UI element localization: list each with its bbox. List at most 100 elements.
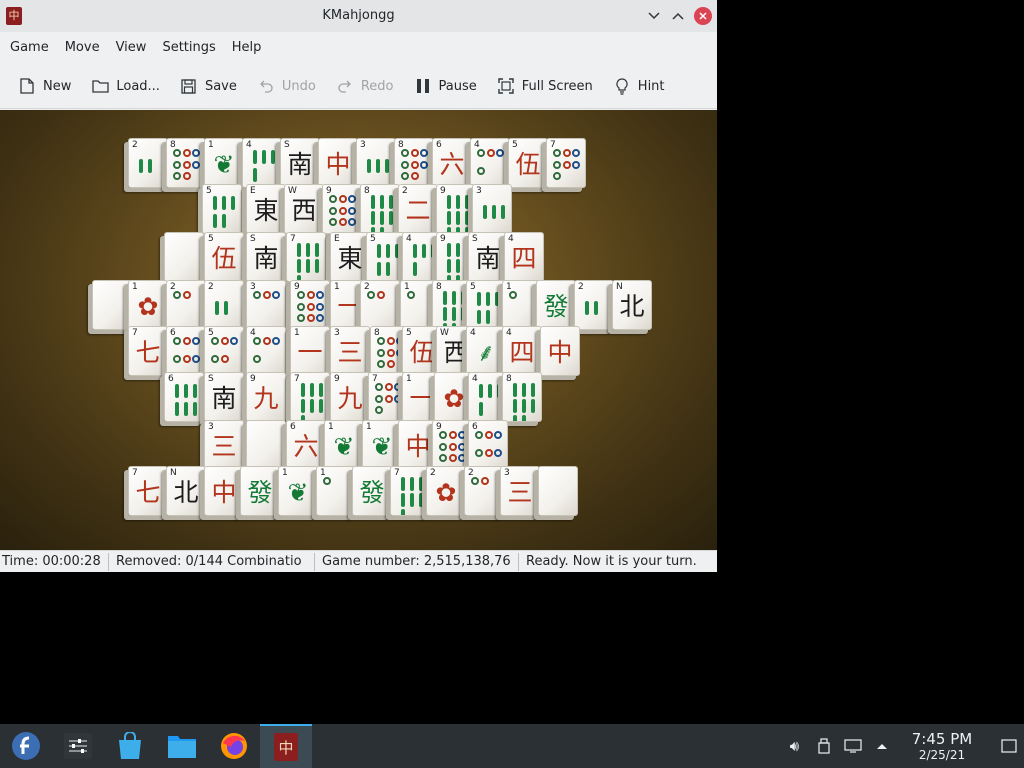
mahjong-tile[interactable]: 9 <box>290 280 330 330</box>
mahjong-tile[interactable]: 6 <box>468 420 508 470</box>
hint-button[interactable]: Hint <box>603 70 675 102</box>
mahjong-tile[interactable]: 2二 <box>398 184 438 234</box>
mahjong-tile[interactable]: 1 ❦ <box>204 138 244 188</box>
show-desktop-button[interactable] <box>994 724 1024 768</box>
mahjong-tile[interactable]: 8 <box>166 138 206 188</box>
mahjong-tile[interactable]: N北 <box>612 280 652 330</box>
mahjong-tile[interactable]: 7七 <box>128 466 168 516</box>
pause-button[interactable]: Pause <box>404 70 487 102</box>
mahjong-tile[interactable]: 發 <box>240 466 280 516</box>
load-button[interactable]: Load... <box>81 70 170 102</box>
menu-settings[interactable]: Settings <box>154 32 223 64</box>
mahjong-tile[interactable]: 6六 <box>432 138 472 188</box>
tray-expand-icon[interactable] <box>867 724 896 768</box>
redo-button[interactable]: Redo <box>326 70 404 102</box>
mahjong-tile[interactable]: 4 <box>246 326 286 376</box>
maximize-button[interactable] <box>669 7 687 25</box>
task-kmahjongg[interactable]: 中 <box>260 724 312 768</box>
mahjong-tile[interactable]: 3三 <box>330 326 370 376</box>
mahjongg-board[interactable]: 2 8 1 ❦ 4 S 南中 3 8 6 六 4 5 伍 7 5 E 東 W 西 9 8 2 二 9 3 5 伍 S 南 7 E 東 5 4 9 S 南 4… <box>0 110 717 550</box>
close-button[interactable] <box>694 7 712 25</box>
mahjong-tile[interactable]: 3三 <box>500 466 540 516</box>
menu-game[interactable]: Game <box>2 32 57 64</box>
mahjong-tile[interactable]: 5 <box>204 326 244 376</box>
mahjong-tile[interactable] <box>246 420 286 470</box>
mahjong-tile[interactable]: 6六 <box>286 420 326 470</box>
mahjong-tile[interactable]: 1 ❦ <box>278 466 318 516</box>
mahjong-tile[interactable]: 7七 <box>128 326 168 376</box>
mahjong-tile[interactable]: 7 <box>286 232 326 282</box>
mahjong-tile[interactable]: 7 <box>390 466 430 516</box>
task-system-settings[interactable] <box>52 724 104 768</box>
mahjong-tile[interactable]: 發 <box>352 466 392 516</box>
mahjong-tile[interactable]: E東 <box>330 232 370 282</box>
minimize-button[interactable] <box>645 7 663 25</box>
mahjong-tile[interactable]: 1 ❦ <box>362 420 402 470</box>
mahjong-tile[interactable] <box>538 466 578 516</box>
menu-help[interactable]: Help <box>224 32 270 64</box>
task-firefox[interactable] <box>208 724 260 768</box>
mahjong-tile[interactable]: 7 <box>290 372 330 422</box>
mahjong-tile[interactable]: 中 <box>204 466 244 516</box>
mahjong-tile[interactable] <box>92 280 132 330</box>
mahjong-tile[interactable]: 8 <box>360 184 400 234</box>
undo-button[interactable]: Undo <box>247 70 326 102</box>
mahjong-tile[interactable]: N北 <box>166 466 206 516</box>
mahjong-tile[interactable]: 3 <box>356 138 396 188</box>
mahjong-tile[interactable]: 1一 <box>290 326 330 376</box>
usb-device-icon[interactable] <box>809 724 838 768</box>
mahjong-tile[interactable]: 6 <box>166 326 206 376</box>
mahjong-tile[interactable]: 2 <box>204 280 244 330</box>
mahjong-tile[interactable]: W西 <box>284 184 324 234</box>
menu-move[interactable]: Move <box>57 32 108 64</box>
task-software-center[interactable] <box>104 724 156 768</box>
mahjong-tile[interactable]: S南 <box>246 232 286 282</box>
mahjong-tile[interactable] <box>164 232 204 282</box>
mahjong-tile[interactable]: 8 <box>502 372 542 422</box>
mahjong-tile[interactable]: 發 <box>536 280 576 330</box>
mahjong-tile[interactable]: 5 <box>466 280 506 330</box>
mahjong-tile[interactable]: S南 <box>468 232 508 282</box>
mahjong-tile[interactable]: 4 <box>470 138 510 188</box>
save-button[interactable]: Save <box>170 70 247 102</box>
clock[interactable]: 7:45 PM 2/25/21 <box>902 730 982 762</box>
new-button[interactable]: New <box>8 70 81 102</box>
mahjong-tile[interactable]: 5伍 <box>508 138 548 188</box>
mahjong-tile[interactable]: 中 <box>540 326 580 376</box>
mahjong-tile[interactable]: 6 <box>164 372 204 422</box>
mahjong-tile[interactable]: 2 ✿ <box>426 466 466 516</box>
mahjong-tile[interactable]: 5 <box>202 184 242 234</box>
mahjong-tile[interactable]: 9九 <box>246 372 286 422</box>
mahjong-tile[interactable]: 5 <box>366 232 406 282</box>
mahjong-tile[interactable]: 4 <box>242 138 282 188</box>
mahjong-tile[interactable]: 1 <box>316 466 356 516</box>
mahjong-tile[interactable]: 1 ❦ <box>324 420 364 470</box>
mahjong-tile[interactable]: S南 <box>204 372 244 422</box>
mahjong-tile[interactable]: S南 <box>280 138 320 188</box>
volume-icon[interactable]: 🔊︎ <box>780 724 809 768</box>
mahjong-tile[interactable]: 1 ✿ <box>128 280 168 330</box>
mahjong-tile[interactable]: 7 <box>546 138 586 188</box>
mahjong-tile[interactable]: 9 <box>436 184 476 234</box>
mahjong-tile[interactable]: 2 <box>360 280 400 330</box>
mahjong-tile[interactable]: 3 <box>472 184 512 234</box>
mahjong-tile[interactable]: 4四 <box>502 326 542 376</box>
mahjong-tile[interactable]: E東 <box>246 184 286 234</box>
mahjong-tile[interactable]: 4 ⸙ <box>466 326 506 376</box>
network-icon[interactable] <box>838 724 867 768</box>
mahjong-tile[interactable]: 3三 <box>204 420 244 470</box>
title-bar[interactable]: 中 KMahjongg <box>0 0 717 32</box>
mahjong-tile[interactable]: 2 <box>574 280 614 330</box>
mahjong-tile[interactable]: 9 <box>432 420 472 470</box>
mahjong-tile[interactable]: 2 <box>166 280 206 330</box>
mahjong-tile[interactable]: 3 <box>246 280 286 330</box>
mahjong-tile[interactable]: 5伍 <box>204 232 244 282</box>
mahjong-tile[interactable]: 2 <box>464 466 504 516</box>
mahjong-tile[interactable]: 4四 <box>504 232 544 282</box>
mahjong-tile[interactable]: 8 <box>394 138 434 188</box>
mahjong-tile[interactable]: 2 <box>128 138 168 188</box>
task-file-manager[interactable] <box>156 724 208 768</box>
fullscreen-button[interactable]: Full Screen <box>487 70 603 102</box>
mahjong-tile[interactable]: 中 <box>318 138 358 188</box>
application-launcher[interactable] <box>0 724 52 768</box>
